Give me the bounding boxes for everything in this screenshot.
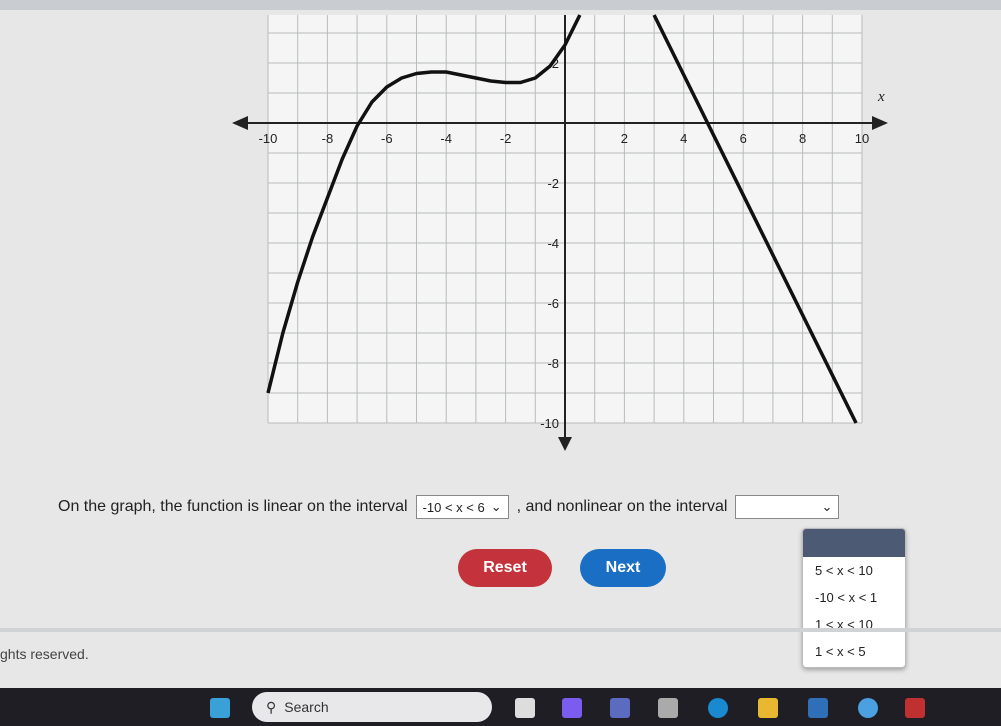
linear-selected-value: -10 < x < 6 bbox=[422, 499, 485, 515]
footer-divider bbox=[0, 628, 1001, 632]
y-tick-label: -6 bbox=[547, 296, 559, 311]
search-label: Search bbox=[284, 699, 329, 715]
dropdown-option[interactable]: 1 < x < 10 bbox=[803, 611, 905, 638]
windows-start-icon[interactable] bbox=[210, 698, 230, 718]
y-tick-label: -4 bbox=[547, 236, 559, 251]
chevron-down-icon: ⌄ bbox=[821, 499, 833, 514]
x-tick-label: -6 bbox=[381, 131, 393, 146]
dropdown-option[interactable]: 1 < x < 5 bbox=[803, 638, 905, 665]
x-tick-label: -8 bbox=[322, 131, 334, 146]
x-tick-label: 6 bbox=[740, 131, 747, 146]
file-explorer-icon[interactable] bbox=[758, 698, 778, 718]
function-graph: -10 -8 -6 -4 -2 2 4 6 8 102-2-4-6-8-10x bbox=[232, 14, 888, 451]
teams-icon[interactable] bbox=[610, 698, 630, 718]
x-tick-label: 2 bbox=[621, 131, 628, 146]
copilot-icon[interactable] bbox=[562, 698, 582, 718]
task-view-icon[interactable] bbox=[515, 698, 535, 718]
x-tick-label: -2 bbox=[500, 131, 512, 146]
nonlinear-interval-dropdown: 5 < x < 10 -10 < x < 1 1 < x < 10 1 < x … bbox=[802, 528, 906, 668]
dropdown-option[interactable]: 5 < x < 10 bbox=[803, 557, 905, 584]
question-prefix: On the graph, the function is linear on … bbox=[58, 498, 408, 515]
edge-icon[interactable] bbox=[708, 698, 728, 718]
chrome-app-icon[interactable] bbox=[858, 698, 878, 718]
store-icon[interactable] bbox=[658, 698, 678, 718]
y-tick-label: -2 bbox=[547, 176, 559, 191]
next-button[interactable]: Next bbox=[580, 549, 666, 587]
search-icon: ⚲ bbox=[266, 698, 277, 715]
x-axis-arrow-right bbox=[872, 116, 888, 130]
taskbar: ⚲ Search bbox=[0, 688, 1001, 726]
reset-button[interactable]: Reset bbox=[458, 549, 552, 587]
linear-interval-select[interactable]: -10 < x < 6 ⌄ bbox=[415, 495, 509, 519]
taskbar-search[interactable]: ⚲ Search bbox=[252, 692, 492, 722]
y-axis-arrow-down bbox=[558, 437, 572, 451]
x-tick-label: 10 bbox=[855, 131, 869, 146]
question-middle: , and nonlinear on the interval bbox=[516, 498, 728, 515]
x-tick-label: -10 bbox=[259, 131, 278, 146]
y-tick-label: -8 bbox=[547, 356, 559, 371]
question: On the graph, the function is linear on … bbox=[58, 495, 840, 519]
x-tick-label: 8 bbox=[799, 131, 806, 146]
dropdown-option[interactable]: -10 < x < 1 bbox=[803, 584, 905, 611]
copyright-text: ghts reserved. bbox=[0, 646, 89, 662]
nonlinear-interval-select[interactable]: ⌄ bbox=[735, 495, 840, 519]
chevron-down-icon: ⌄ bbox=[490, 499, 502, 514]
x-tick-label: 4 bbox=[680, 131, 687, 146]
app-icon[interactable] bbox=[808, 698, 828, 718]
x-tick-label: -4 bbox=[440, 131, 452, 146]
dropdown-header bbox=[803, 529, 905, 557]
gmail-icon[interactable] bbox=[905, 698, 925, 718]
x-axis-arrow-left bbox=[232, 116, 248, 130]
x-axis-label: x bbox=[877, 89, 885, 105]
y-tick-label: -10 bbox=[540, 416, 559, 431]
